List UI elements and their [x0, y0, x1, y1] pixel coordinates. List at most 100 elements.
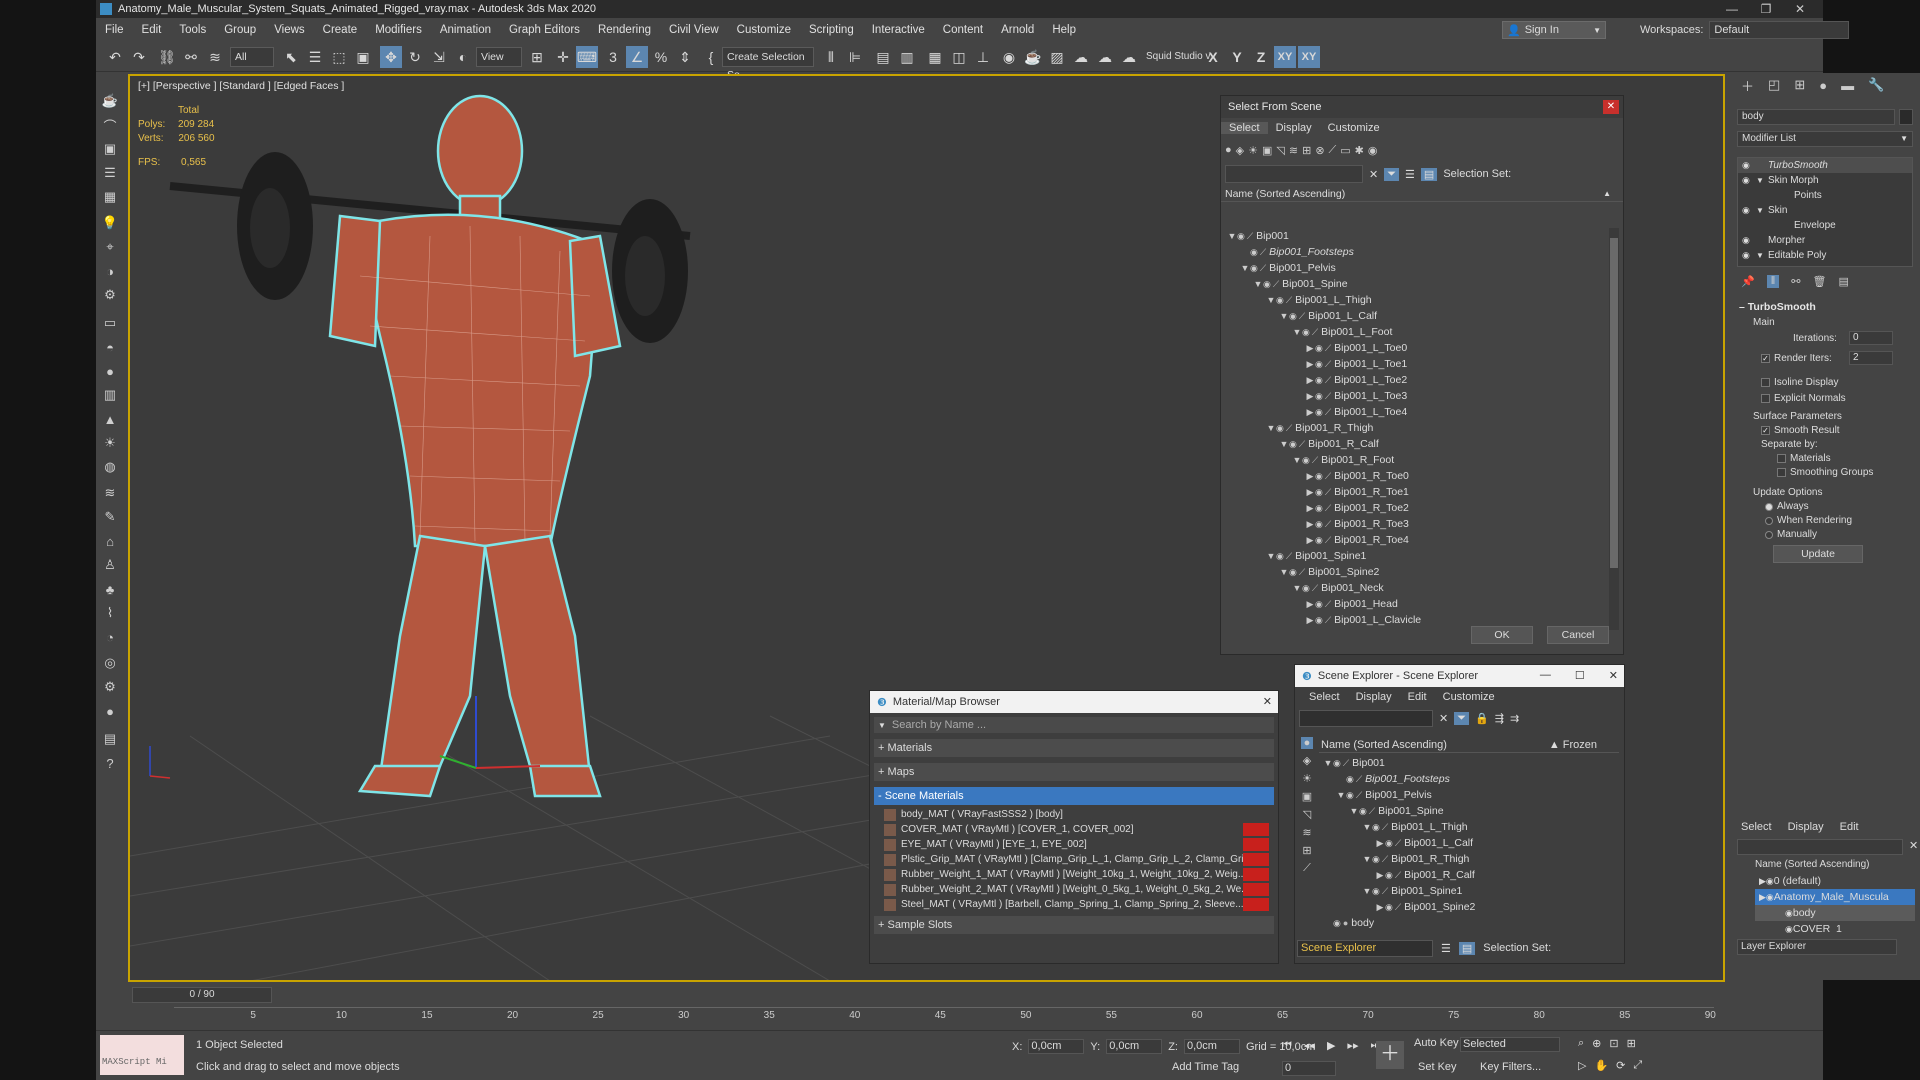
expand-right-icon[interactable]: ▶: [1305, 407, 1315, 418]
image-plane-icon[interactable]: ▣: [100, 139, 120, 159]
explorer-type-dropdown[interactable]: Scene Explorer: [1297, 939, 1433, 957]
tree-row[interactable]: ▼ ◉ ⟋ Bip001_R_Calf: [1223, 436, 1605, 452]
bind-space-warp-icon[interactable]: ≋: [204, 46, 226, 68]
orb-icon[interactable]: ◍: [100, 457, 120, 477]
scene-explorer-find-input[interactable]: [1299, 709, 1433, 727]
visibility-eye-icon[interactable]: ◉: [1302, 327, 1310, 338]
render-iterative-icon[interactable]: ☁: [1094, 46, 1116, 68]
sphere-small-icon[interactable]: ●: [100, 701, 120, 721]
visibility-eye-icon[interactable]: ◉: [1250, 263, 1258, 274]
orbit-icon[interactable]: ⟳: [1616, 1059, 1625, 1072]
unlink-icon[interactable]: ⚯: [180, 46, 202, 68]
menu-edit[interactable]: Edit: [133, 24, 171, 36]
tree-row[interactable]: ▶ ◉ ⟋ Bip001_L_Toe3: [1223, 388, 1605, 404]
visibility-eye-icon[interactable]: ◉: [1302, 455, 1310, 466]
dome-icon[interactable]: ◓: [100, 337, 120, 357]
menu-group[interactable]: Group: [215, 24, 265, 36]
display-tab-icon[interactable]: ▬: [1841, 78, 1854, 93]
menu-rendering[interactable]: Rendering: [589, 24, 660, 36]
redo-icon[interactable]: ↷: [128, 46, 150, 68]
select-place-icon[interactable]: ◐: [452, 46, 474, 68]
light-bulb-icon[interactable]: 💡: [100, 213, 120, 233]
fov-icon[interactable]: ▷: [1578, 1059, 1586, 1072]
expand-right-icon[interactable]: ▶: [1305, 343, 1315, 354]
expand-down-icon[interactable]: ▼: [1279, 311, 1289, 321]
render-activeshade-icon[interactable]: ☁: [1118, 46, 1140, 68]
tree-row[interactable]: ◉ ⟋ Bip001_Footsteps: [1319, 771, 1619, 787]
expand-down-icon[interactable]: ▼: [1227, 231, 1237, 241]
cone-icon[interactable]: ▲: [100, 409, 120, 429]
modifier-toggle-eye-icon[interactable]: ◉: [1742, 205, 1756, 216]
menu-create[interactable]: Create: [314, 24, 367, 36]
maps-section[interactable]: + Maps: [874, 763, 1274, 781]
tree-row[interactable]: ▼ ◉ ⟋ Bip001_Spine1: [1223, 548, 1605, 564]
percent-snap-icon[interactable]: %: [650, 46, 672, 68]
layer-row[interactable]: ◉ body: [1755, 905, 1915, 921]
schematic-view-icon[interactable]: ⊥: [972, 46, 994, 68]
rect-selection-icon[interactable]: ⬚: [328, 46, 350, 68]
isoline-checkbox[interactable]: [1761, 378, 1770, 387]
tree-row[interactable]: ▼ ◉ ⟋ Bip001_Neck: [1223, 580, 1605, 596]
visibility-eye-icon[interactable]: ◉: [1289, 311, 1297, 322]
visibility-eye-icon[interactable]: ◉: [1315, 391, 1323, 402]
curve-editor-icon[interactable]: ◫: [948, 46, 970, 68]
display-geometry-icon[interactable]: ●: [1300, 737, 1314, 749]
expand-right-icon[interactable]: ▶: [1305, 519, 1315, 530]
sample-slots-section[interactable]: + Sample Slots: [874, 916, 1274, 934]
selection-set-icon[interactable]: ▤: [1420, 167, 1438, 181]
chevron-down-icon[interactable]: ▼: [1756, 206, 1768, 215]
close-icon[interactable]: ✕: [1263, 695, 1272, 708]
select-manipulate-icon[interactable]: ✛: [552, 46, 574, 68]
layer-row[interactable]: ▶◉ 0 (default): [1755, 873, 1915, 889]
menu-select[interactable]: Select: [1301, 691, 1348, 703]
set-key-button[interactable]: Set Key: [1418, 1061, 1457, 1073]
visibility-eye-icon[interactable]: ◉: [1276, 423, 1284, 434]
tree-row[interactable]: ▶ ◉ ⟋ Bip001_R_Toe3: [1223, 516, 1605, 532]
visibility-eye-icon[interactable]: ◉: [1315, 375, 1323, 386]
rendered-frame-window-icon[interactable]: ▨: [1046, 46, 1068, 68]
remove-modifier-icon[interactable]: 🗑: [1812, 275, 1826, 288]
menu-tools[interactable]: Tools: [170, 24, 215, 36]
expand-right-icon[interactable]: ▶: [1305, 615, 1315, 626]
modifier-stack-item[interactable]: ◉ TurboSmooth: [1738, 158, 1912, 173]
material-item[interactable]: Steel_MAT ( VRayMtl ) [Barbell, Clamp_Sp…: [884, 897, 1269, 912]
align-icon[interactable]: ⊫: [844, 46, 866, 68]
tree-row[interactable]: ▼ ◉ ⟋ Bip001: [1223, 228, 1605, 244]
materials-section[interactable]: + Materials: [874, 739, 1274, 757]
create-shape-icon[interactable]: ⌒: [100, 115, 120, 135]
selection-filter-dropdown[interactable]: All: [230, 47, 274, 67]
clear-search-icon[interactable]: ✕: [1369, 168, 1378, 181]
expand-right-icon[interactable]: ▶: [1375, 902, 1385, 913]
menu-edit[interactable]: Edit: [1832, 821, 1867, 833]
column-header[interactable]: Name (Sorted Ascending) ▲: [1221, 186, 1623, 202]
axis-x-button[interactable]: X: [1202, 46, 1224, 68]
tree-row[interactable]: ▼ ◉ ⟋ Bip001_L_Calf: [1223, 308, 1605, 324]
visibility-eye-icon[interactable]: ◉: [1372, 854, 1380, 865]
expand-right-icon[interactable]: ▶: [1305, 503, 1315, 514]
select-rotate-icon[interactable]: ↻: [404, 46, 426, 68]
filter-cameras-icon[interactable]: ▣: [1262, 144, 1272, 157]
expand-down-icon[interactable]: ▼: [1362, 886, 1372, 896]
filter-lights-icon[interactable]: ☀: [1248, 144, 1258, 157]
script-icon[interactable]: ▤: [100, 729, 120, 749]
display-groups-icon[interactable]: ⊞: [1302, 844, 1311, 857]
timeline-ruler[interactable]: 5 10 15 20 25 30 35 40 45 50 55 60 65 70 75 80 85 90: [174, 1007, 1716, 1027]
tree-row[interactable]: ▶ ◉ ⟋ Bip001_Spine2: [1319, 899, 1619, 915]
menu-edit[interactable]: Edit: [1400, 691, 1435, 703]
tree-row[interactable]: ▶ ◉ ⟋ Bip001_Head: [1223, 596, 1605, 612]
maximize-icon[interactable]: ❐: [1749, 0, 1783, 18]
expand-down-icon[interactable]: ▼: [1362, 822, 1372, 832]
modifier-stack-item[interactable]: ◉ Morpher: [1738, 233, 1912, 248]
tree-row[interactable]: ▼ ◉ ⟋ Bip001: [1319, 755, 1619, 771]
spinner-snap-icon[interactable]: ⇕: [674, 46, 696, 68]
menu-select[interactable]: Select: [1221, 122, 1268, 134]
filter-frozen-icon[interactable]: ✱: [1355, 144, 1364, 157]
visibility-eye-icon[interactable]: ▶◉: [1759, 876, 1774, 887]
visibility-eye-icon[interactable]: ◉: [1385, 902, 1393, 913]
layer-row[interactable]: ◉ COVER_1: [1755, 921, 1915, 933]
expand-down-icon[interactable]: ▼: [1336, 790, 1346, 800]
maximize-viewport-icon[interactable]: ⤢: [1633, 1059, 1642, 1072]
display-cameras-icon[interactable]: ▣: [1302, 790, 1312, 803]
add-time-tag[interactable]: Add Time Tag: [1172, 1061, 1239, 1073]
camera-icon[interactable]: ⌖: [100, 237, 120, 257]
